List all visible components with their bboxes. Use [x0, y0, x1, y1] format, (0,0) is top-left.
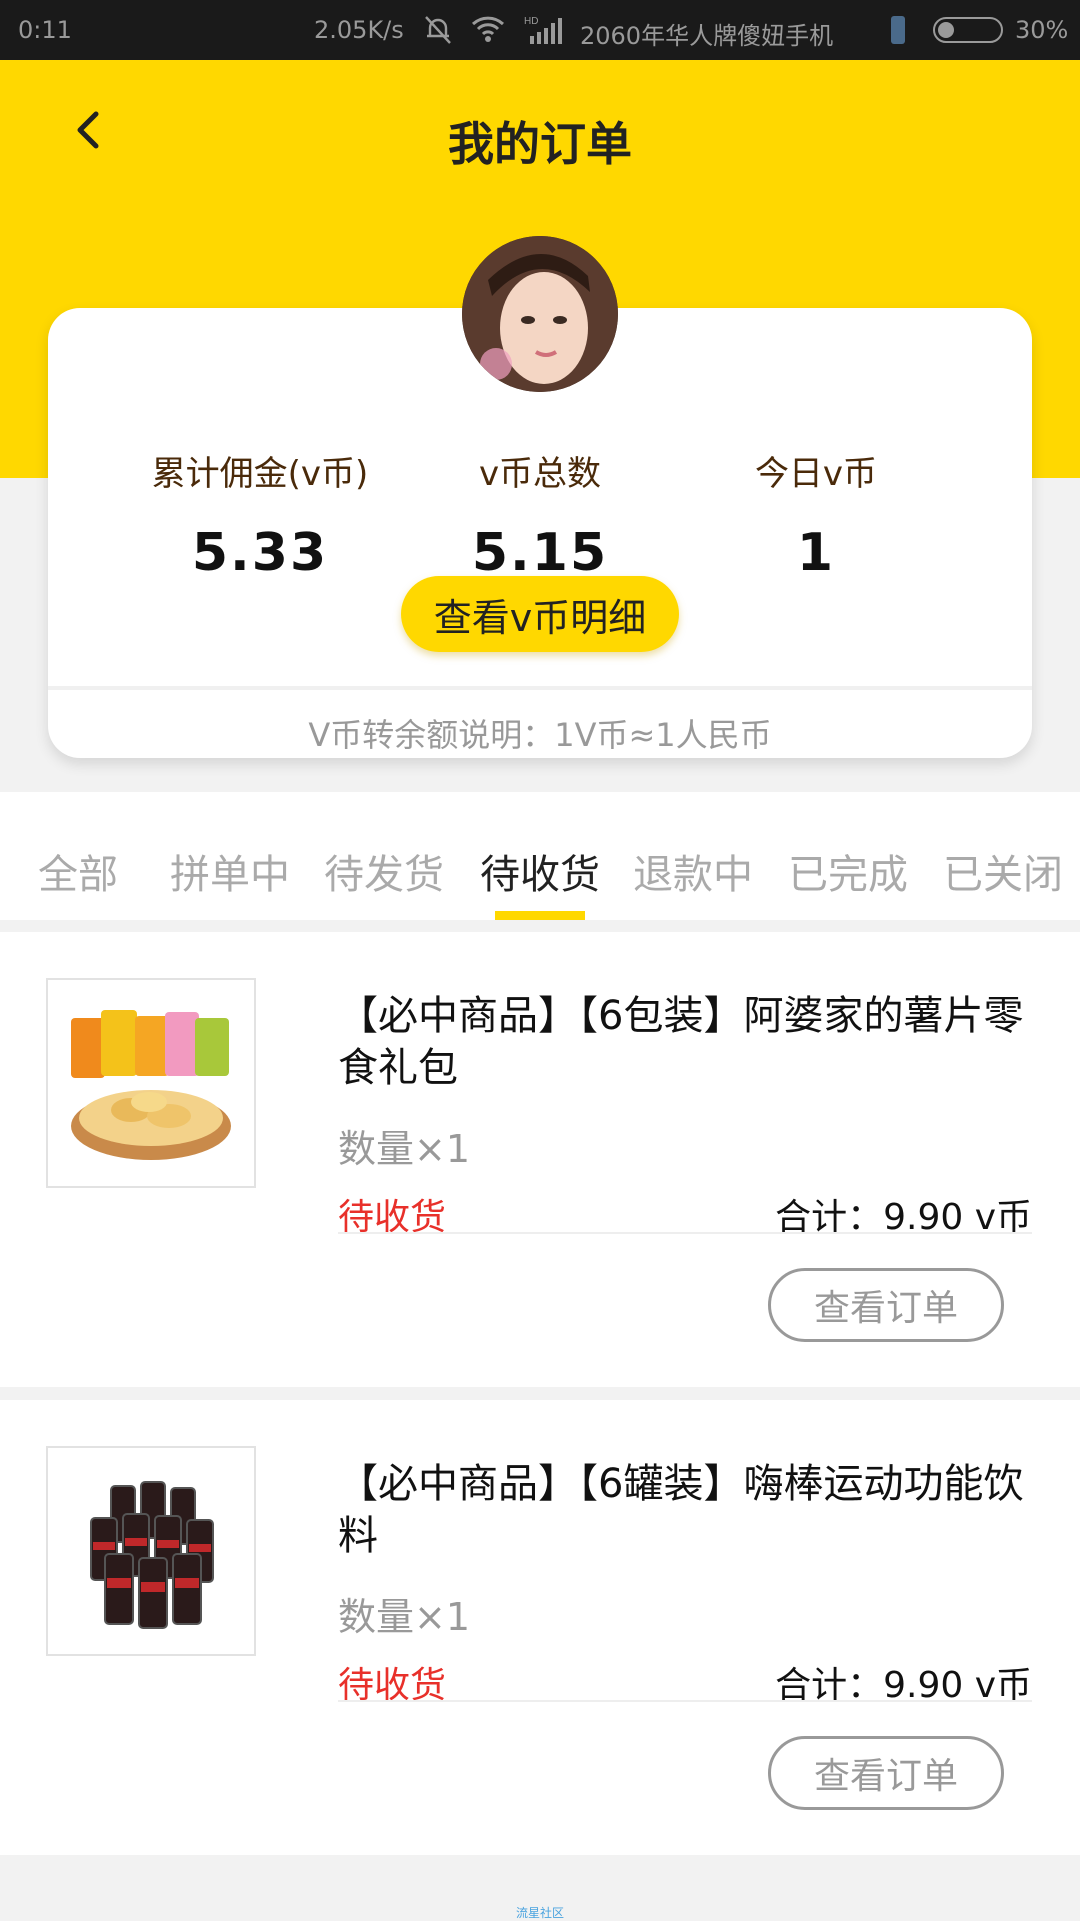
stat-total-coins: v币总数 5.15: [390, 446, 690, 583]
order-status-tabs: 全部 拼单中 待发货 待收货 退款中 已完成 已关闭: [0, 792, 1080, 920]
stat-label: 今日v币: [754, 454, 878, 494]
avatar[interactable]: [462, 236, 618, 392]
order-card: 【必中商品】【6包装】阿婆家的薯片零食礼包 数量×1 待收货 合计：9.90 v…: [0, 932, 1080, 1387]
tab-to-receive[interactable]: 待收货: [465, 842, 615, 900]
phone-icon: [890, 14, 906, 52]
active-tab-indicator: [495, 911, 585, 920]
potato-chips-icon: [71, 1010, 231, 1160]
tab-refunding[interactable]: 退款中: [618, 842, 768, 900]
stat-value: 5.15: [471, 523, 609, 583]
product-title[interactable]: 【必中商品】【6包装】阿婆家的薯片零食礼包: [338, 990, 1038, 1094]
stat-value: 1: [796, 523, 836, 583]
order-quantity: 数量×1: [338, 1127, 471, 1171]
footer-label: 流星社区: [515, 1906, 564, 1920]
status-battery-percent: 30%: [1015, 16, 1069, 44]
stat-today-coins: 今日v币 1: [666, 446, 966, 583]
tab-group-buying[interactable]: 拼单中: [155, 842, 305, 900]
tab-closed[interactable]: 已关闭: [928, 842, 1078, 900]
tab-to-ship[interactable]: 待发货: [309, 842, 459, 900]
exchange-note: V币转余额说明：1V币≈1人民币: [308, 716, 772, 754]
divider: [338, 1232, 1032, 1234]
divider: [338, 1700, 1032, 1702]
wifi-icon: [470, 14, 506, 50]
stat-label: 累计佣金(v币): [151, 454, 369, 494]
stat-label: v币总数: [478, 454, 602, 494]
mute-bell-icon: [423, 14, 453, 52]
status-carrier: 2060年华人牌傻妞手机: [580, 22, 834, 50]
product-image[interactable]: [46, 978, 256, 1188]
order-card: 【必中商品】【6罐装】嗨棒运动功能饮料 数量×1 待收货 合计：9.90 v币 …: [0, 1400, 1080, 1855]
stat-commission: 累计佣金(v币) 5.33: [110, 446, 410, 583]
order-quantity: 数量×1: [338, 1595, 471, 1639]
battery-icon: [933, 17, 1003, 43]
energy-drink-cans-icon: [90, 1481, 214, 1629]
tab-completed[interactable]: 已完成: [773, 842, 923, 900]
view-order-button[interactable]: 查看订单: [768, 1268, 1004, 1342]
page-title: 我的订单: [448, 117, 632, 171]
hd-signal-icon: HD: [524, 14, 564, 52]
divider: [48, 686, 1032, 690]
view-order-button[interactable]: 查看订单: [768, 1736, 1004, 1810]
status-bar: 0:11 2.05K/s HD 2060年华人牌傻妞手机 30%: [0, 0, 1080, 60]
status-network-speed: 2.05K/s: [314, 16, 404, 44]
stat-value: 5.33: [191, 523, 329, 583]
svg-text:HD: HD: [524, 16, 538, 27]
product-title[interactable]: 【必中商品】【6罐装】嗨棒运动功能饮料: [338, 1458, 1038, 1562]
product-image[interactable]: [46, 1446, 256, 1656]
tab-all[interactable]: 全部: [3, 842, 153, 900]
status-time: 0:11: [18, 16, 72, 44]
view-coin-details-button[interactable]: 查看v币明细: [401, 576, 679, 652]
